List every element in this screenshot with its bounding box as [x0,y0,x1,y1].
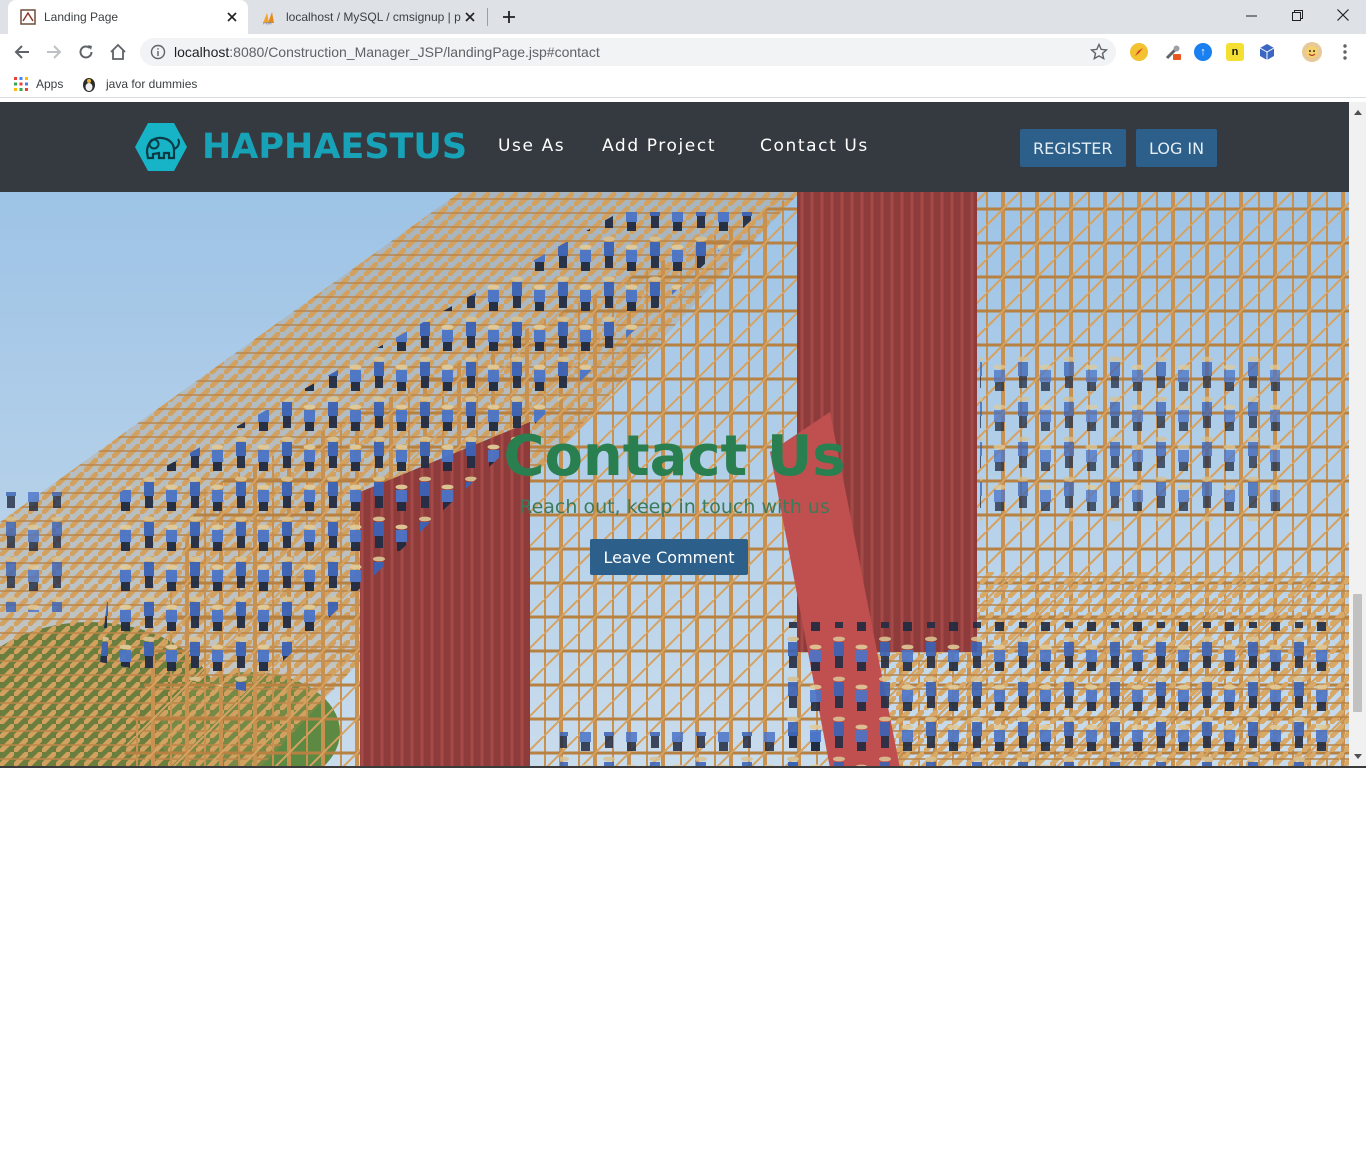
tab-divider [487,8,488,26]
scrollbar-thumb[interactable] [1353,594,1362,712]
site-navbar: HAPHAESTUS Use As Add Project Contact Us… [0,102,1349,192]
restore-window-icon[interactable] [1274,0,1320,30]
url-text: localhost:8080/Construction_Manager_JSP/… [174,44,600,60]
reload-icon[interactable] [74,40,98,64]
viewport-bottom-border [0,766,1366,768]
extension-cube-icon[interactable] [1258,43,1276,61]
profile-avatar[interactable] [1302,42,1322,62]
close-window-icon[interactable] [1320,0,1366,30]
browser-menu-kebab-icon[interactable] [1336,43,1354,61]
close-tab-icon[interactable] [462,9,478,25]
register-button[interactable]: REGISTER [1020,129,1126,167]
browser-toolbar: localhost:8080/Construction_Manager_JSP/… [0,34,1366,70]
phpmyadmin-favicon-icon: PMA [263,12,274,26]
home-icon[interactable] [106,40,130,64]
tab-landing-page[interactable]: Landing Page [8,0,248,34]
tab-title: Landing Page [44,10,119,24]
bookmark-apps[interactable]: Apps [14,75,63,93]
bookmark-label: java for dummies [106,77,198,91]
bookmark-label: Apps [36,77,64,91]
extension-compass-icon[interactable] [1130,43,1148,61]
site-info-icon[interactable] [150,44,166,60]
brand-name: HAPHAESTUS [202,127,468,167]
svg-text:PMA: PMA [263,21,272,26]
leave-comment-button[interactable]: Leave Comment [590,539,748,575]
new-tab-plus-icon[interactable] [499,7,519,27]
url-path: :8080/Construction_Manager_JSP/landingPa… [229,44,600,60]
bookmarks-bar: Apps java for dummies [0,70,1366,98]
apps-grid-icon [14,77,28,91]
extension-tools-icon[interactable] [1164,43,1182,61]
page-viewport: HAPHAESTUS Use As Add Project Contact Us… [0,102,1366,768]
tab-title: localhost / MySQL / cmsignup | p [286,10,461,24]
hero-subtitle: Reach out, keep in touch with us [519,496,830,518]
nav-link-add-project[interactable]: Add Project [602,136,716,156]
minimize-window-icon[interactable] [1228,0,1274,30]
address-bar[interactable]: localhost:8080/Construction_Manager_JSP/… [140,38,1116,66]
back-arrow-icon[interactable] [10,40,34,64]
forward-arrow-icon[interactable] [42,40,66,64]
page-favicon-icon [20,9,36,25]
login-button[interactable]: LOG IN [1136,129,1218,167]
scroll-down-arrow-icon[interactable] [1353,752,1362,761]
bookmark-star-icon[interactable] [1090,43,1108,61]
tab-phpmyadmin[interactable]: PMA localhost / MySQL / cmsignup | p [250,0,486,34]
java-duke-icon [83,78,95,92]
extension-n-icon[interactable]: n [1226,43,1244,61]
brand-logo[interactable]: HAPHAESTUS [134,122,467,172]
nav-link-use-as[interactable]: Use As [498,136,565,156]
bookmark-java-for-dummies[interactable]: java for dummies [80,75,197,93]
contact-hero-section: Contact Us Reach out, keep in touch with… [0,192,1349,768]
scroll-up-arrow-icon[interactable] [1353,108,1362,117]
browser-tabstrip: Landing Page PMA localhost / MySQL / cms… [0,0,1366,34]
hero-title: Contact Us [503,424,846,489]
lion-hexagon-logo-icon [135,123,187,171]
page-scrollbar[interactable] [1349,102,1366,768]
close-tab-icon[interactable] [224,9,240,25]
nav-link-contact-us[interactable]: Contact Us [760,136,869,156]
extension-bolt-icon[interactable]: ↑ [1194,43,1212,61]
url-host: localhost [174,44,230,60]
